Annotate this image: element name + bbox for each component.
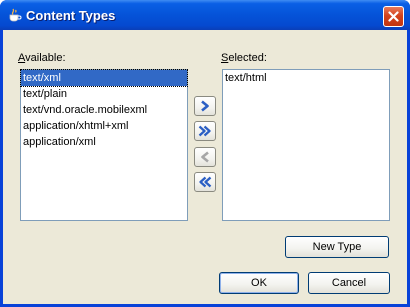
- dialog-title: Content Types: [26, 8, 116, 23]
- double-chevron-right-icon: [198, 125, 211, 137]
- available-list-item[interactable]: text/vnd.oracle.mobilexml: [21, 102, 187, 118]
- cancel-button[interactable]: Cancel: [308, 272, 390, 294]
- available-list[interactable]: text/xml text/plain text/vnd.oracle.mobile…: [20, 69, 188, 221]
- chevron-left-icon: [201, 151, 209, 163]
- remove-button[interactable]: [194, 147, 216, 167]
- add-button[interactable]: [194, 96, 216, 116]
- available-label: Available:: [18, 52, 66, 64]
- available-list-item[interactable]: text/plain: [21, 86, 187, 102]
- java-cup-icon: [9, 8, 22, 22]
- selected-label: Selected:: [221, 52, 267, 64]
- new-type-button[interactable]: New Type: [285, 236, 389, 258]
- dialog-window: Content Types Available: text/xml text/pl…: [0, 0, 410, 307]
- close-icon: [388, 11, 399, 22]
- double-chevron-left-icon: [199, 176, 212, 188]
- dialog-body: Available: text/xml text/plain text/vnd.or…: [3, 30, 407, 304]
- available-list-item[interactable]: application/xhtml+xml: [21, 118, 187, 134]
- selected-list[interactable]: text/html: [222, 69, 390, 221]
- selected-list-item[interactable]: text/html: [223, 70, 389, 86]
- close-button[interactable]: [383, 6, 404, 27]
- chevron-right-icon: [201, 100, 209, 112]
- available-list-item[interactable]: text/xml: [20, 69, 188, 87]
- remove-all-button[interactable]: [194, 172, 216, 192]
- add-all-button[interactable]: [194, 121, 216, 141]
- available-list-item[interactable]: application/xml: [21, 134, 187, 150]
- title-bar[interactable]: Content Types: [0, 0, 410, 30]
- ok-button[interactable]: OK: [219, 272, 299, 294]
